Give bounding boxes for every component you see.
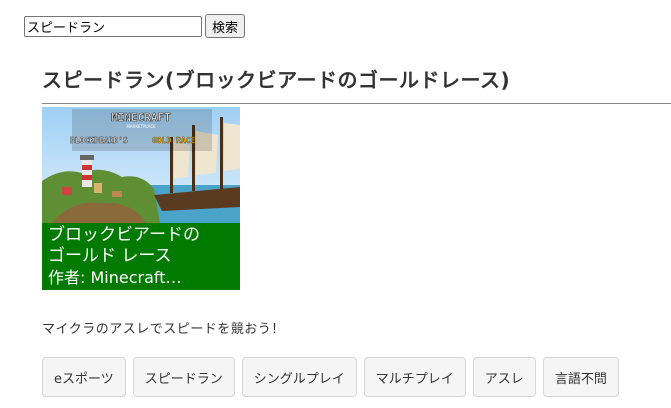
tag-parkour[interactable]: アスレ	[472, 357, 536, 397]
world-card-title-line1: ブロックビアードの	[48, 225, 200, 245]
search-bar: 検索	[24, 14, 246, 38]
tag-esports[interactable]: eスポーツ	[42, 357, 126, 397]
search-button[interactable]: 検索	[205, 14, 246, 38]
search-input[interactable]	[24, 15, 202, 37]
world-thumbnail-image: MINECRAFT MARKETPLACE BLOCKBEARD'S GOLD …	[42, 107, 240, 223]
marketplace-logo-text: MARKETPLACE	[126, 124, 156, 129]
page-title: スピードラン(ブロックビアードのゴールドレース)	[42, 68, 511, 92]
world-card[interactable]: MINECRAFT MARKETPLACE BLOCKBEARD'S GOLD …	[42, 107, 240, 290]
world-card-author: 作者: Minecraft…	[48, 268, 182, 287]
world-card-title-line2: ゴールド レース	[48, 246, 172, 266]
banner-title-right: GOLD RACE	[152, 136, 196, 145]
title-divider	[42, 103, 671, 104]
minecraft-logo-text: MINECRAFT	[111, 111, 171, 124]
tag-speedrun[interactable]: スピードラン	[132, 357, 235, 397]
tag-multiplayer[interactable]: マルチプレイ	[363, 357, 466, 397]
tag-list: eスポーツ スピードラン シングルプレイ マルチプレイ アスレ 言語不問	[42, 357, 626, 397]
banner-title-left: BLOCKBEARD'S	[70, 136, 128, 145]
world-card-caption: ブロックビアードの ゴールド レース 作者: Minecraft…	[42, 223, 240, 290]
tag-language-free[interactable]: 言語不問	[542, 357, 619, 397]
tag-singleplayer[interactable]: シングルプレイ	[241, 357, 357, 397]
world-description: マイクラのアスレでスピードを競おう！	[42, 322, 285, 337]
